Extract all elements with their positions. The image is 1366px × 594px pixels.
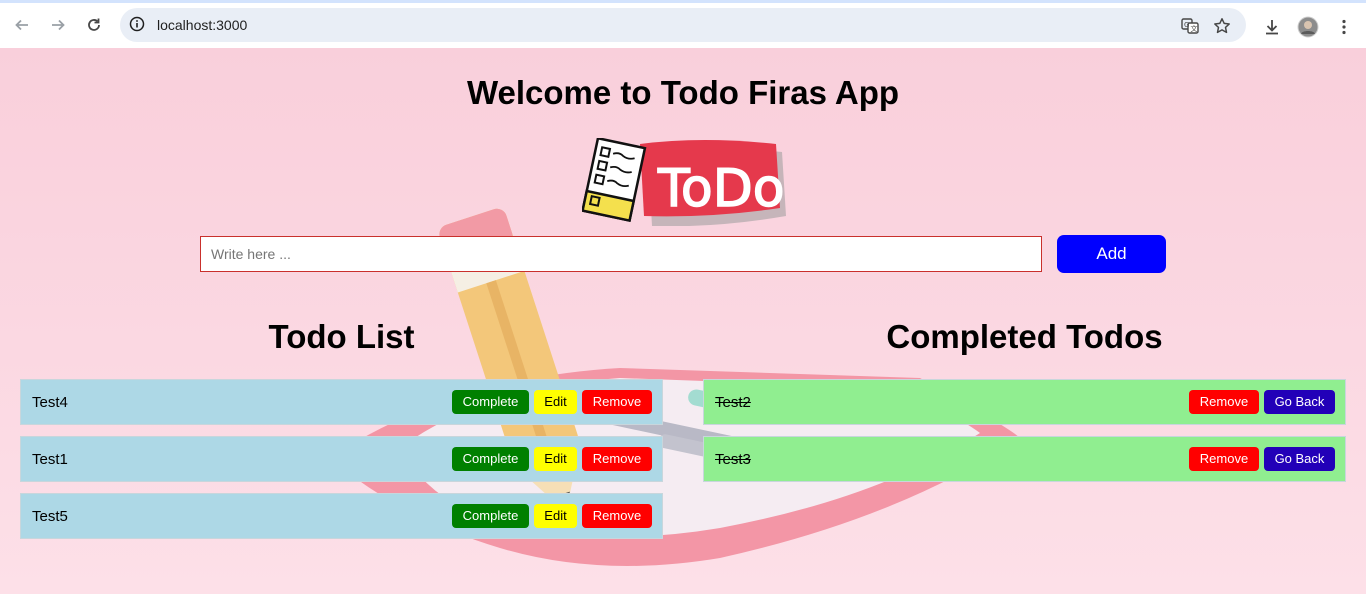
todo-item: Test1 Complete Edit Remove [20, 436, 663, 482]
go-back-button[interactable]: Go Back [1264, 390, 1335, 414]
app-page: Welcome to Todo Firas App ToDo Add Todo … [0, 48, 1366, 594]
completed-item: Test3 Remove Go Back [703, 436, 1346, 482]
add-button[interactable]: Add [1057, 235, 1166, 273]
completed-text: Test3 [715, 451, 751, 468]
browser-toolbar: localhost:3000 G文 [0, 0, 1366, 48]
todo-logo: ToDo [582, 138, 786, 226]
remove-button[interactable]: Remove [582, 447, 652, 471]
bookmark-star-icon[interactable] [1212, 16, 1232, 36]
site-info-icon[interactable] [129, 16, 145, 32]
todo-text: Test5 [32, 508, 68, 525]
back-icon [15, 19, 28, 31]
remove-button[interactable]: Remove [582, 390, 652, 414]
profile-avatar[interactable] [1297, 16, 1319, 38]
complete-button[interactable]: Complete [452, 390, 529, 414]
completed-text: Test2 [715, 394, 751, 411]
url-text[interactable]: localhost:3000 [157, 17, 247, 33]
todo-text: Test4 [32, 394, 68, 411]
forward-icon [52, 19, 65, 31]
todo-list: Test4 Complete Edit Remove Test1 Complet… [20, 379, 663, 550]
go-back-button[interactable]: Go Back [1264, 447, 1335, 471]
page-title: Welcome to Todo Firas App [466, 74, 900, 111]
todo-item: Test5 Complete Edit Remove [20, 493, 663, 539]
todo-input[interactable] [200, 236, 1042, 272]
download-icon[interactable] [1261, 16, 1283, 38]
back-button[interactable] [8, 11, 36, 39]
todo-text: Test1 [32, 451, 68, 468]
svg-text:文: 文 [1191, 24, 1198, 33]
address-bar[interactable]: localhost:3000 G文 [120, 8, 1246, 42]
complete-button[interactable]: Complete [452, 504, 529, 528]
completed-list: Test2 Remove Go Back Test3 Remove Go Bac… [703, 379, 1346, 493]
forward-button[interactable] [44, 11, 72, 39]
logo-text: ToDo [657, 159, 785, 219]
todo-item: Test4 Complete Edit Remove [20, 379, 663, 425]
edit-button[interactable]: Edit [534, 390, 577, 414]
remove-button[interactable]: Remove [1189, 390, 1259, 414]
todo-list-title: Todo List [268, 318, 415, 355]
reload-button[interactable] [80, 11, 108, 39]
edit-button[interactable]: Edit [534, 447, 577, 471]
complete-button[interactable]: Complete [452, 447, 529, 471]
completed-todos-title: Completed Todos [886, 318, 1163, 355]
reload-icon [88, 18, 100, 31]
svg-text:G: G [1184, 21, 1189, 29]
remove-button[interactable]: Remove [582, 504, 652, 528]
completed-item: Test2 Remove Go Back [703, 379, 1346, 425]
translate-icon[interactable]: G文 [1180, 16, 1200, 36]
menu-dots-icon[interactable] [1333, 16, 1355, 38]
remove-button[interactable]: Remove [1189, 447, 1259, 471]
edit-button[interactable]: Edit [534, 504, 577, 528]
